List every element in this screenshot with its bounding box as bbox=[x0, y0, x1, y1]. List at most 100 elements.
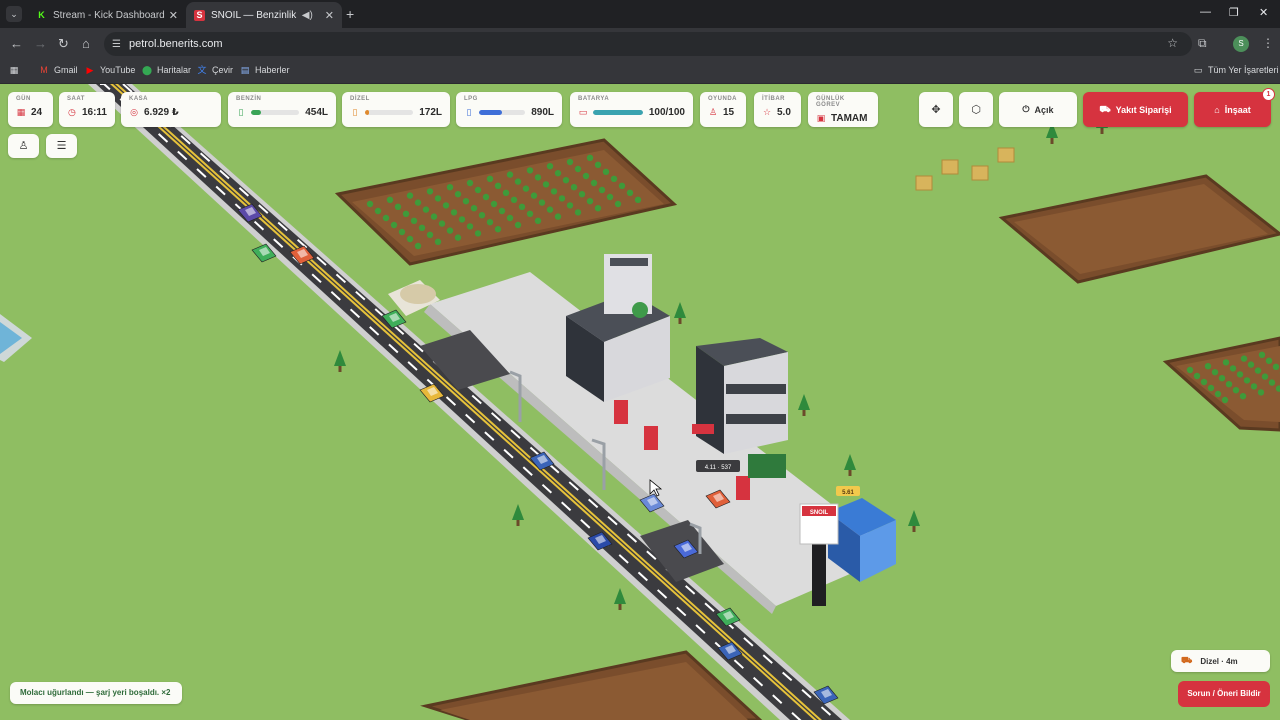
crop-plant bbox=[466, 179, 474, 187]
gas-tank-icon: ▯ bbox=[466, 106, 472, 117]
crop-plant bbox=[522, 185, 530, 192]
crop-plant bbox=[1268, 379, 1276, 386]
browser-menu-icon[interactable]: ⋮ bbox=[1262, 36, 1274, 50]
crop-plant bbox=[438, 220, 446, 227]
crop-plant bbox=[442, 202, 450, 209]
settings-button[interactable]: ☰ bbox=[46, 134, 77, 158]
hud-cash: KASA ◎ 6.929 ₺ bbox=[121, 92, 221, 127]
rotate-view-button[interactable]: ⬡ bbox=[959, 92, 993, 127]
crop-plant bbox=[474, 186, 482, 194]
crop-plant bbox=[1272, 363, 1280, 370]
crop-plant bbox=[1221, 396, 1229, 404]
home-icon[interactable]: ⌂ bbox=[82, 36, 90, 52]
crop-plant bbox=[498, 207, 506, 215]
crop-plant bbox=[466, 223, 474, 230]
crop-plant bbox=[618, 182, 626, 189]
fuel-order-button[interactable]: ⛟ Yakıt Siparişi bbox=[1083, 92, 1188, 127]
url-input[interactable] bbox=[128, 38, 1029, 50]
svg-text:4.11 · 537: 4.11 · 537 bbox=[705, 465, 732, 471]
reload-icon[interactable]: ↻ bbox=[58, 36, 69, 52]
crop-plant bbox=[430, 213, 438, 220]
build-notification-badge: 1 bbox=[1262, 88, 1275, 101]
power-icon: ⏻ bbox=[1022, 104, 1030, 114]
crop-plant bbox=[1232, 387, 1240, 394]
bookmark-maps[interactable]: ⬤ Haritalar bbox=[142, 65, 191, 75]
profile-button[interactable]: ♙ bbox=[8, 134, 39, 158]
bookmark-news[interactable]: ▤ Haberler bbox=[240, 65, 290, 75]
crop-plant bbox=[570, 184, 578, 191]
crop-plant bbox=[634, 196, 642, 203]
crop-plant bbox=[1258, 351, 1266, 358]
new-tab-button[interactable]: + bbox=[346, 6, 354, 22]
open-toggle-button[interactable]: ⏻ Açık bbox=[999, 92, 1077, 127]
restore-icon[interactable]: ❐ bbox=[1229, 6, 1239, 19]
address-bar[interactable]: ☰ ☆ bbox=[104, 32, 1192, 56]
crop-plant bbox=[566, 202, 574, 209]
crop-plant bbox=[566, 158, 574, 166]
pending-fuel-order[interactable]: ⛟ Dizel · 4m bbox=[1171, 650, 1270, 672]
build-button[interactable]: ⌂ İnşaat bbox=[1194, 92, 1271, 127]
crop-plant bbox=[434, 195, 442, 202]
crop-plant bbox=[1229, 365, 1237, 372]
crop-plant bbox=[410, 217, 418, 224]
crop-plant bbox=[474, 230, 482, 237]
home-icon: ⌂ bbox=[1214, 104, 1220, 115]
forward-icon[interactable]: → bbox=[34, 36, 47, 52]
close-icon[interactable]: ✕ bbox=[325, 9, 334, 22]
crop-plant bbox=[574, 209, 582, 216]
minimize-icon[interactable]: — bbox=[1200, 6, 1211, 18]
tab-search-icon[interactable]: ⌄ bbox=[6, 6, 22, 22]
crop-plant bbox=[514, 178, 522, 185]
crop-plant bbox=[1250, 383, 1258, 390]
all-bookmarks[interactable]: ▭ Tüm Yer İşaretleri bbox=[1193, 65, 1279, 75]
fuel-can-icon: ▯ bbox=[352, 106, 358, 117]
maps-icon: ⬤ bbox=[142, 65, 153, 75]
bookmark-translate[interactable]: 文 Çevir bbox=[197, 65, 233, 75]
crop-plant bbox=[1214, 390, 1222, 398]
gmail-icon: M bbox=[40, 65, 48, 75]
crop-plant bbox=[598, 186, 606, 194]
bookmark-star-icon[interactable]: ☆ bbox=[1167, 36, 1178, 50]
hud-gasoline: BENZİN ▯ 454L bbox=[228, 92, 336, 127]
report-feedback-button[interactable]: Sorun / Öneri Bildir bbox=[1178, 681, 1270, 707]
clock-icon: ◷ bbox=[68, 106, 76, 117]
crop-plant bbox=[446, 227, 454, 234]
crop-plant bbox=[450, 209, 458, 216]
extensions-icon[interactable]: ⧉ bbox=[1198, 36, 1207, 51]
crop-plant bbox=[542, 181, 550, 188]
crop-plant bbox=[1236, 371, 1244, 378]
crop-plant bbox=[1193, 372, 1201, 380]
crop-plant bbox=[614, 200, 622, 208]
tab-kick-dashboard[interactable]: K Stream - Kick Dashboard ✕ bbox=[28, 2, 186, 28]
crop-plant bbox=[1225, 381, 1233, 388]
truck-icon: ⛟ bbox=[1181, 655, 1193, 665]
crop-plant bbox=[554, 170, 562, 177]
crop-plant bbox=[1239, 393, 1247, 400]
crop-plant bbox=[1222, 359, 1230, 366]
kick-icon: K bbox=[38, 9, 45, 20]
move-camera-button[interactable]: ✥ bbox=[919, 92, 953, 127]
crop-plant bbox=[578, 191, 586, 198]
crop-plant bbox=[486, 219, 494, 226]
hud-day: GÜN ▦ 24 bbox=[8, 92, 53, 127]
crop-plant bbox=[402, 210, 410, 217]
browser-toolbar: ← → ↻ ⌂ ☰ ☆ ⧉ S ⋮ bbox=[0, 28, 1280, 60]
profile-avatar[interactable]: S bbox=[1233, 36, 1249, 52]
folder-icon: ▭ bbox=[1193, 65, 1203, 75]
bookmark-gmail[interactable]: M Gmail bbox=[39, 65, 77, 75]
bookmark-youtube[interactable]: ▶ YouTube bbox=[85, 65, 136, 75]
event-toast: Molacı uğurlandı — şarj yeri boşaldı. ×2 bbox=[10, 682, 182, 704]
speaker-icon[interactable]: ◀) bbox=[302, 10, 313, 21]
crop-plant bbox=[510, 196, 518, 203]
crop-plant bbox=[418, 224, 426, 231]
isometric-map[interactable]: SNOIL 4.11 · 537 5.61 bbox=[0, 84, 1280, 720]
game-viewport[interactable]: SNOIL 4.11 · 537 5.61 GÜN ▦ 24 SAAT ◷ 16… bbox=[0, 84, 1280, 720]
crop-plant bbox=[454, 191, 462, 198]
back-icon[interactable]: ← bbox=[10, 36, 23, 52]
crop-plant bbox=[610, 175, 618, 182]
tab-snoil[interactable]: S SNOIL — Benzinlik ◀) ✕ bbox=[186, 2, 342, 28]
close-icon[interactable]: ✕ bbox=[169, 9, 178, 22]
site-info-icon[interactable]: ☰ bbox=[112, 39, 121, 50]
apps-icon[interactable]: ▦ bbox=[9, 65, 24, 75]
window-close-icon[interactable]: ✕ bbox=[1259, 6, 1268, 19]
